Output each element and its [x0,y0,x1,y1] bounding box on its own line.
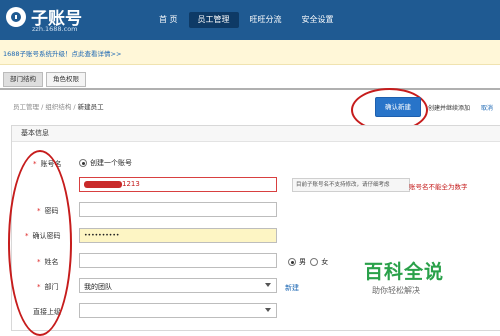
nav-staff-management[interactable]: 员工管理 [188,12,239,28]
panel-title: 基本信息 [12,126,500,142]
watermark-title: 百科全说 [364,261,445,283]
watermark-subtitle: 助你轻松解决 [372,286,420,295]
department-value: 我的团队 [84,283,112,291]
radio-icon [288,258,296,266]
annotation-circle-labels [8,150,72,336]
chevron-down-icon [265,308,271,312]
superior-select[interactable] [79,303,277,318]
account-hint: 目前子账号名不支持修改，请仔细考虑 [292,178,410,192]
chevron-down-icon [265,283,271,287]
password-input[interactable] [79,202,277,217]
create-account-radio[interactable]: 创建一个账号 [79,158,132,168]
create-and-continue-link[interactable]: 创建并继续添加 [428,103,470,112]
nav-wangwang-routing[interactable]: 旺旺分流 [241,12,291,28]
main-nav: 首 页 员工管理 旺旺分流 安全设置 [150,12,345,28]
name-input[interactable] [79,253,277,268]
breadcrumb-org[interactable]: 组织结构 [45,103,71,111]
logo-subtitle: zzh.1688.com [32,25,78,33]
radio-icon [310,258,319,266]
gender-radio-group: 男 女 [288,257,328,267]
upgrade-notice-bar: 1688子账号系统升级！点此查看详情>> [0,40,500,65]
gender-male-radio[interactable]: 男 [288,258,306,266]
breadcrumb-current: 新建员工 [77,103,104,111]
breadcrumb: 员工管理 / 组织结构 / 新建员工 [13,103,104,111]
confirm-create-button[interactable]: 确认新建 [375,97,421,117]
section-tabs: 部门结构 角色权限 [0,68,500,90]
nav-security-settings[interactable]: 安全设置 [293,12,343,28]
redacted-text [84,181,122,188]
new-department-link[interactable]: 新建 [285,283,299,293]
radio-icon [79,159,87,167]
account-error-message: 账号名不能全为数字 [409,183,468,191]
tab-role-permissions[interactable]: 角色权限 [46,72,86,87]
logo-icon [6,7,26,27]
breadcrumb-staff[interactable]: 员工管理 [13,103,39,111]
top-header: 子账号 zzh.1688.com 首 页 员工管理 旺旺分流 安全设置 [0,0,500,40]
upgrade-notice-link[interactable]: 1688子账号系统升级！点此查看详情>> [3,48,121,58]
account-name-value: 1213 [122,180,140,188]
gender-female-radio[interactable]: 女 [308,258,328,266]
nav-home[interactable]: 首 页 [150,12,187,28]
confirm-password-value: •••••••••• [84,232,120,239]
tab-department-structure[interactable]: 部门结构 [3,72,43,87]
cancel-link[interactable]: 取消 [481,103,493,112]
